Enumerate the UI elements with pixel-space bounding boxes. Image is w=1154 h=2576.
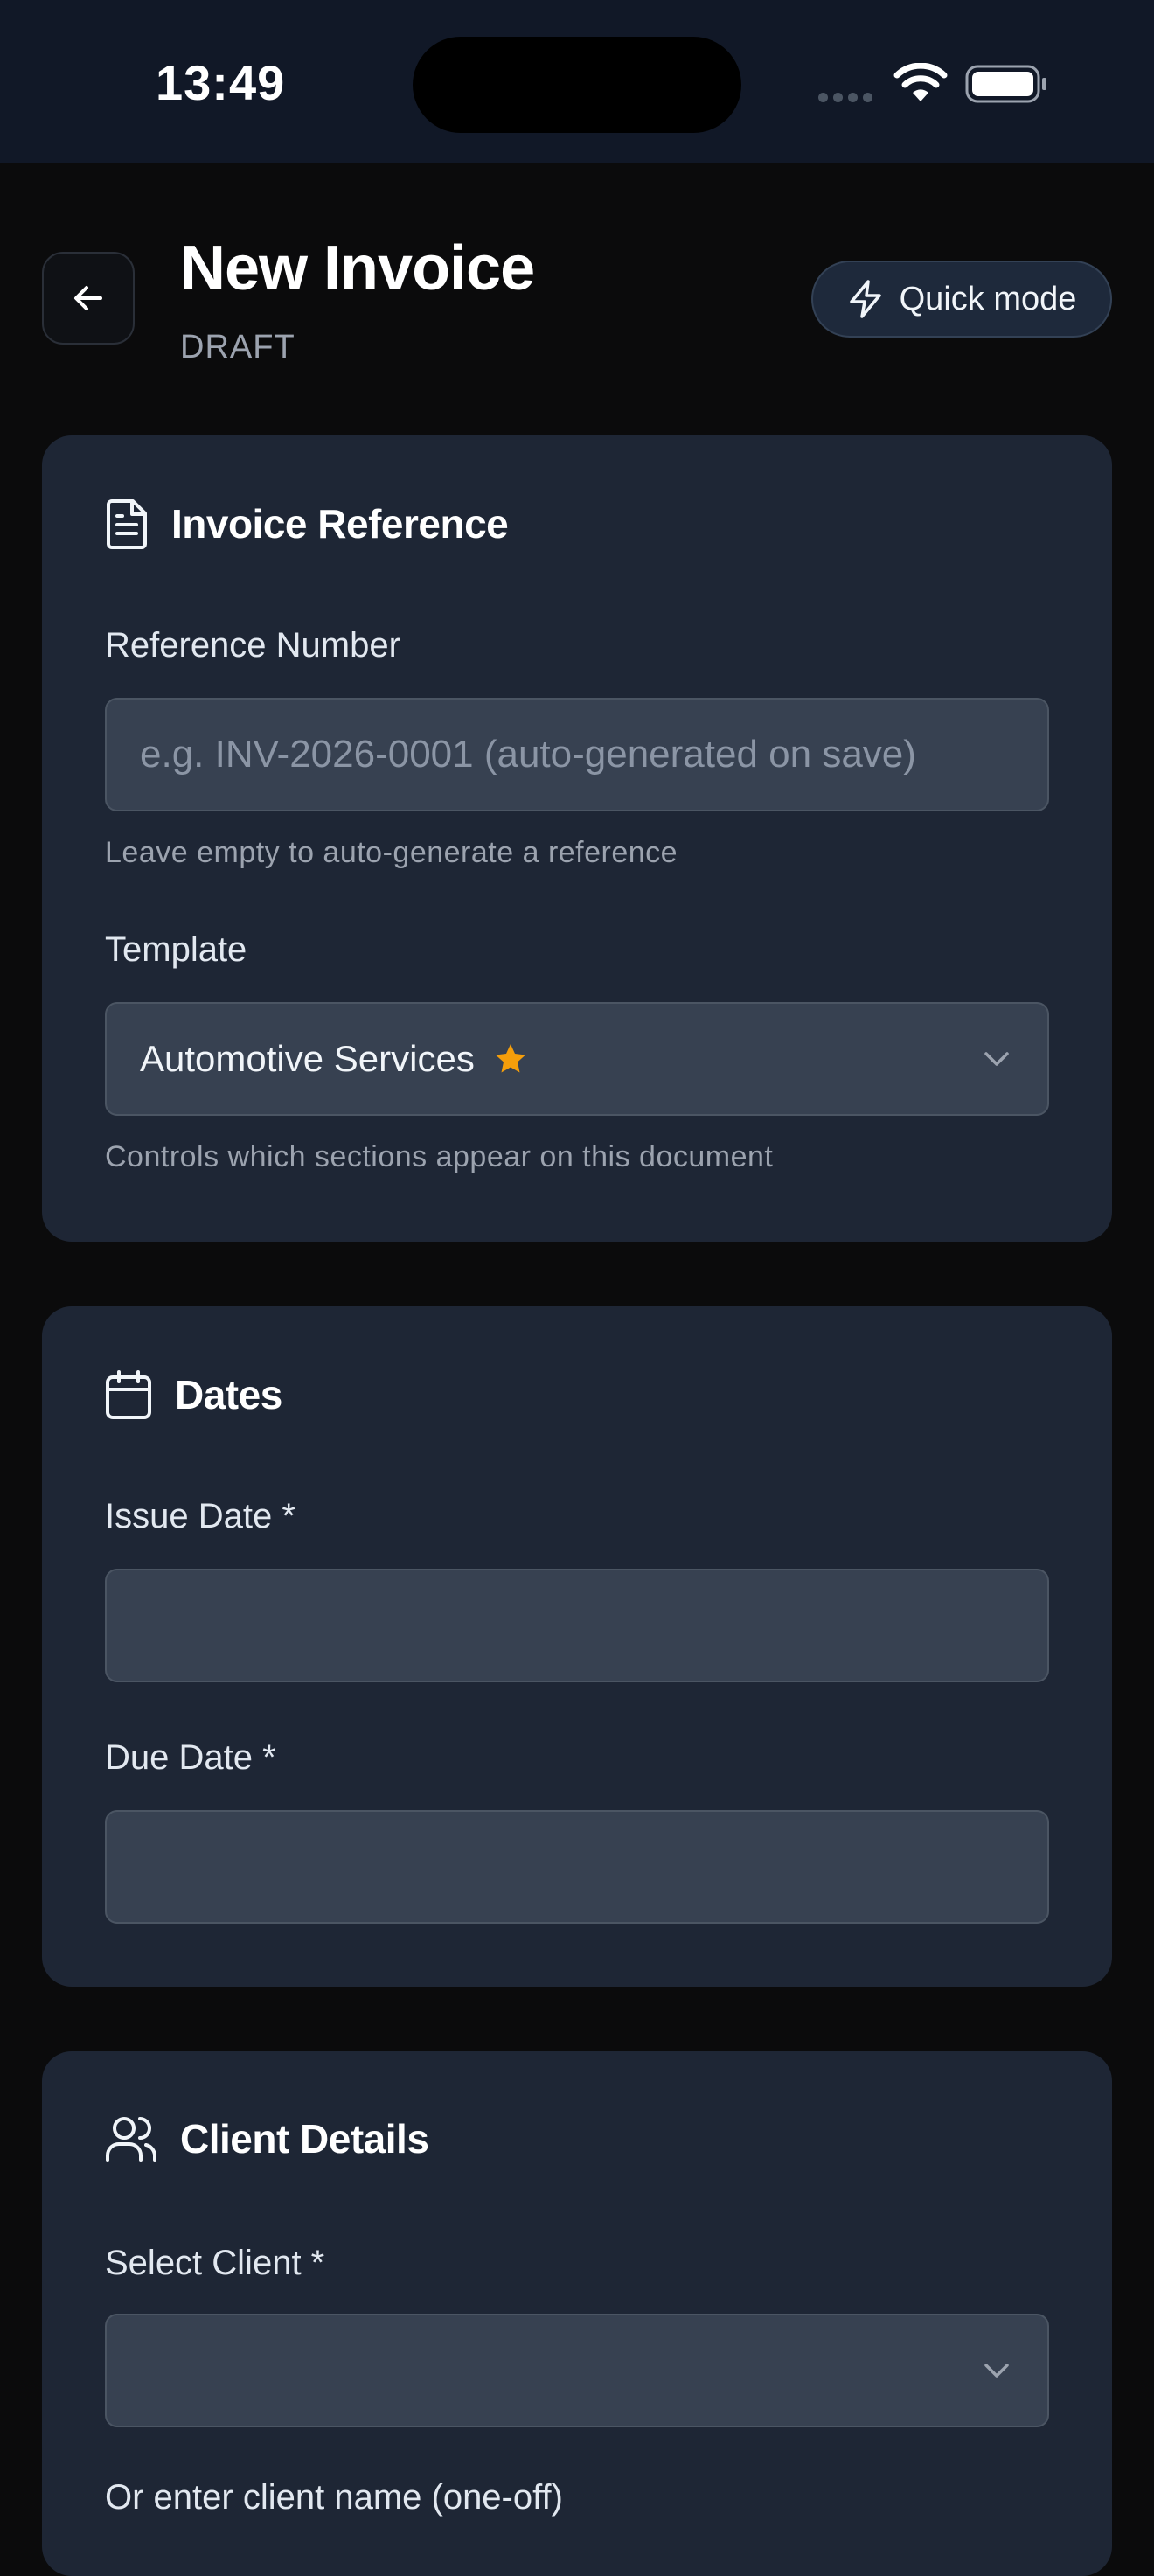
template-selected: Automotive Services	[140, 1038, 527, 1080]
status-time: 13:49	[156, 55, 286, 110]
calendar-icon	[106, 1370, 151, 1419]
star-icon	[495, 1044, 525, 1073]
client-details-title: Client Details	[180, 2116, 429, 2162]
invoice-reference-title: Invoice Reference	[171, 501, 509, 547]
page-header: New Invoice DRAFT Quick mode	[0, 163, 1154, 425]
dates-title: Dates	[175, 1372, 282, 1417]
reference-number-placeholder: e.g. INV-2026-0001 (auto-generated on sa…	[140, 733, 916, 776]
template-label: Template	[105, 930, 247, 969]
users-icon	[106, 2117, 156, 2162]
quick-mode-button[interactable]: Quick mode	[811, 261, 1112, 338]
lightning-icon	[849, 280, 881, 318]
document-icon	[107, 499, 147, 549]
client-details-card: Client Details Select Client * Or enter …	[42, 2051, 1112, 2576]
status-bar: 13:49	[0, 0, 1154, 163]
chevron-down-icon	[984, 1052, 1009, 1066]
oneoff-client-label: Or enter client name (one-off)	[105, 2478, 563, 2517]
template-help-text: Controls which sections appear on this d…	[105, 1140, 774, 1173]
reference-number-input[interactable]: e.g. INV-2026-0001 (auto-generated on sa…	[105, 698, 1049, 811]
status-label: DRAFT	[180, 329, 295, 366]
due-date-input[interactable]	[105, 1810, 1049, 1924]
due-date-label: Due Date *	[105, 1738, 276, 1777]
back-button[interactable]	[42, 252, 135, 345]
invoice-reference-card: Invoice Reference Reference Number e.g. …	[42, 435, 1112, 1242]
battery-icon	[965, 65, 1046, 103]
dates-card: Dates Issue Date * Due Date *	[42, 1306, 1112, 1987]
chevron-down-icon	[984, 2364, 1009, 2378]
issue-date-input[interactable]	[105, 1569, 1049, 1682]
dynamic-island	[413, 37, 741, 133]
page-title: New Invoice	[180, 233, 535, 303]
arrow-left-icon	[74, 286, 102, 310]
signal-icon	[818, 91, 878, 107]
select-client-dropdown[interactable]	[105, 2314, 1049, 2427]
quick-mode-label: Quick mode	[899, 280, 1077, 317]
reference-help-text: Leave empty to auto-generate a reference	[105, 836, 678, 869]
invoice-reference-header: Invoice Reference	[105, 498, 509, 549]
template-value: Automotive Services	[140, 1038, 475, 1079]
reference-number-label: Reference Number	[105, 626, 400, 665]
client-details-header: Client Details	[105, 2114, 429, 2163]
select-client-label: Select Client *	[105, 2244, 325, 2282]
wifi-icon	[893, 63, 948, 101]
issue-date-label: Issue Date *	[105, 1497, 295, 1535]
template-select[interactable]: Automotive Services	[105, 1002, 1049, 1116]
dates-header: Dates	[105, 1369, 282, 1420]
